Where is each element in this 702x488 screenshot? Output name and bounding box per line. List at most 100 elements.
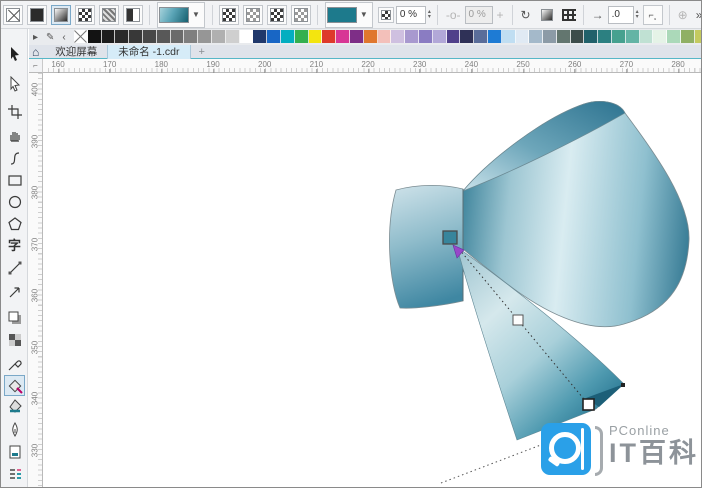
palette-color-swatch[interactable] <box>142 30 157 43</box>
freehand-tool[interactable] <box>4 147 25 168</box>
vertical-ruler[interactable]: 400 390 380 370 360 350 340 330 <box>28 73 43 487</box>
smart-fill-tool[interactable] <box>4 395 25 416</box>
transparency-fountain-icon[interactable] <box>242 4 263 25</box>
edge-pad-input[interactable]: .0 <box>607 5 634 24</box>
fill-midpoint-node[interactable] <box>512 314 524 326</box>
transparency-pattern-icon[interactable] <box>266 4 287 25</box>
palette-color-swatch[interactable] <box>432 30 447 43</box>
eyedropper-tool[interactable] <box>4 353 25 374</box>
palette-color-swatch[interactable] <box>405 30 419 43</box>
palette-color-swatch[interactable] <box>487 30 502 43</box>
megaphone-artwork[interactable] <box>389 101 690 441</box>
color-docker-tool[interactable] <box>4 441 25 462</box>
tab-untitled-document[interactable]: 未命名 -1.cdr <box>107 44 191 59</box>
palette-color-swatch[interactable] <box>280 30 295 43</box>
ruler-origin-corner[interactable]: ⌐ <box>29 59 43 73</box>
fountain-fill-picker[interactable]: ▼ <box>157 1 205 28</box>
spinner-icon[interactable]: ▴ ▾ <box>636 9 639 20</box>
transparency-texture-icon[interactable] <box>290 4 311 25</box>
ellipse-tool[interactable] <box>4 191 25 212</box>
palette-color-swatch[interactable] <box>501 30 516 43</box>
palette-color-swatch[interactable] <box>115 30 130 43</box>
palette-color-swatch[interactable] <box>681 30 695 43</box>
palette-color-swatch[interactable] <box>170 30 185 43</box>
mini-pen-icon[interactable]: ✎ <box>46 32 54 43</box>
mini-chevron-icon[interactable]: ‹ <box>62 32 65 43</box>
fountain-fill-icon[interactable] <box>51 4 71 25</box>
polygon-tool[interactable] <box>4 213 25 234</box>
more-options-chevron[interactable]: » <box>696 8 701 22</box>
postscript-fill-icon[interactable] <box>123 4 143 25</box>
drawing-canvas[interactable]: PConline IT百科 <box>43 73 701 487</box>
wrap-fill-icon[interactable] <box>561 8 576 21</box>
palette-color-swatch[interactable] <box>267 30 281 43</box>
palette-color-swatch[interactable] <box>225 30 240 43</box>
free-scale-skew-icon[interactable]: ⌐¸ <box>642 4 663 25</box>
palette-color-swatch[interactable] <box>667 30 682 43</box>
palette-color-swatch[interactable] <box>349 30 364 43</box>
palette-color-swatch[interactable] <box>418 30 433 43</box>
pick-tool[interactable] <box>4 43 25 64</box>
fill-start-node[interactable] <box>442 230 458 245</box>
palette-color-swatch[interactable] <box>129 30 143 43</box>
palette-color-swatch[interactable] <box>363 30 378 43</box>
palette-color-swatch[interactable] <box>556 30 571 43</box>
line-tool[interactable] <box>4 257 25 278</box>
palette-color-swatch[interactable] <box>87 30 102 43</box>
pattern-fill-icon[interactable] <box>75 4 95 25</box>
no-fill-icon[interactable] <box>3 4 23 25</box>
transparency-uniform-icon[interactable] <box>218 4 239 25</box>
palette-color-swatch[interactable] <box>253 30 268 43</box>
mini-pick-icon[interactable]: ▸ <box>33 32 38 43</box>
palette-color-swatch[interactable] <box>336 30 350 43</box>
rectangle-tool[interactable] <box>4 169 25 190</box>
palette-color-swatch[interactable] <box>391 30 406 43</box>
outline-pen-tool[interactable] <box>4 419 25 440</box>
palette-color-swatch[interactable] <box>612 30 626 43</box>
palette-color-swatch[interactable] <box>460 30 475 43</box>
palette-color-swatch[interactable] <box>653 30 668 43</box>
palette-color-swatch[interactable] <box>515 30 530 43</box>
palette-color-swatch[interactable] <box>322 30 337 43</box>
transparency-tool[interactable] <box>4 329 25 350</box>
palette-color-swatch[interactable] <box>156 30 171 43</box>
palette-color-swatch[interactable] <box>101 30 116 43</box>
transparency-grid-icon[interactable] <box>377 6 394 23</box>
palette-color-swatch[interactable] <box>529 30 544 43</box>
palette-color-swatch[interactable] <box>446 30 461 43</box>
node-color-picker[interactable]: ▼ <box>324 1 373 28</box>
palette-color-swatch[interactable] <box>584 30 599 43</box>
texture-fill-icon[interactable] <box>99 4 119 25</box>
palette-color-swatch[interactable] <box>543 30 557 43</box>
tab-welcome-screen[interactable]: 欢迎屏幕 <box>45 45 107 59</box>
palette-no-color-swatch[interactable] <box>74 30 88 43</box>
object-styles-tool[interactable] <box>4 463 25 484</box>
interactive-fill-tool[interactable] <box>4 375 25 396</box>
palette-color-swatch[interactable] <box>625 30 640 43</box>
horizontal-ruler[interactable]: 160 170 180 190 200 210 220 230 240 250 260 270 280 <box>43 59 701 74</box>
rotate-icon[interactable]: ↻ <box>521 8 531 22</box>
spinner-icon[interactable]: ▴ ▾ <box>428 9 431 20</box>
fountain-steps-icon[interactable] <box>537 5 557 25</box>
shape-tool[interactable] <box>4 73 25 94</box>
palette-color-swatch[interactable] <box>694 30 701 43</box>
palette-color-swatch[interactable] <box>184 30 199 43</box>
fill-end-node[interactable] <box>582 398 595 411</box>
palette-color-swatch[interactable] <box>639 30 654 43</box>
text-tool[interactable]: 字 <box>4 235 25 256</box>
home-icon[interactable]: ⌂ <box>32 45 39 59</box>
crop-tool[interactable] <box>4 101 25 122</box>
node-transparency-input[interactable]: 0 % <box>395 5 426 24</box>
palette-color-swatch[interactable] <box>598 30 613 43</box>
palette-color-swatch[interactable] <box>377 30 392 43</box>
palette-color-swatch[interactable] <box>211 30 226 43</box>
new-tab-button[interactable]: + <box>199 46 205 58</box>
uniform-fill-icon[interactable] <box>27 4 47 25</box>
mesh-fill-tool[interactable] <box>4 482 25 487</box>
palette-color-swatch[interactable] <box>570 30 585 43</box>
palette-color-swatch[interactable] <box>308 30 323 43</box>
palette-color-swatch[interactable] <box>294 30 309 43</box>
palette-color-swatch[interactable] <box>198 30 212 43</box>
drop-shadow-tool[interactable] <box>4 307 25 328</box>
palette-color-swatch[interactable] <box>239 30 254 43</box>
